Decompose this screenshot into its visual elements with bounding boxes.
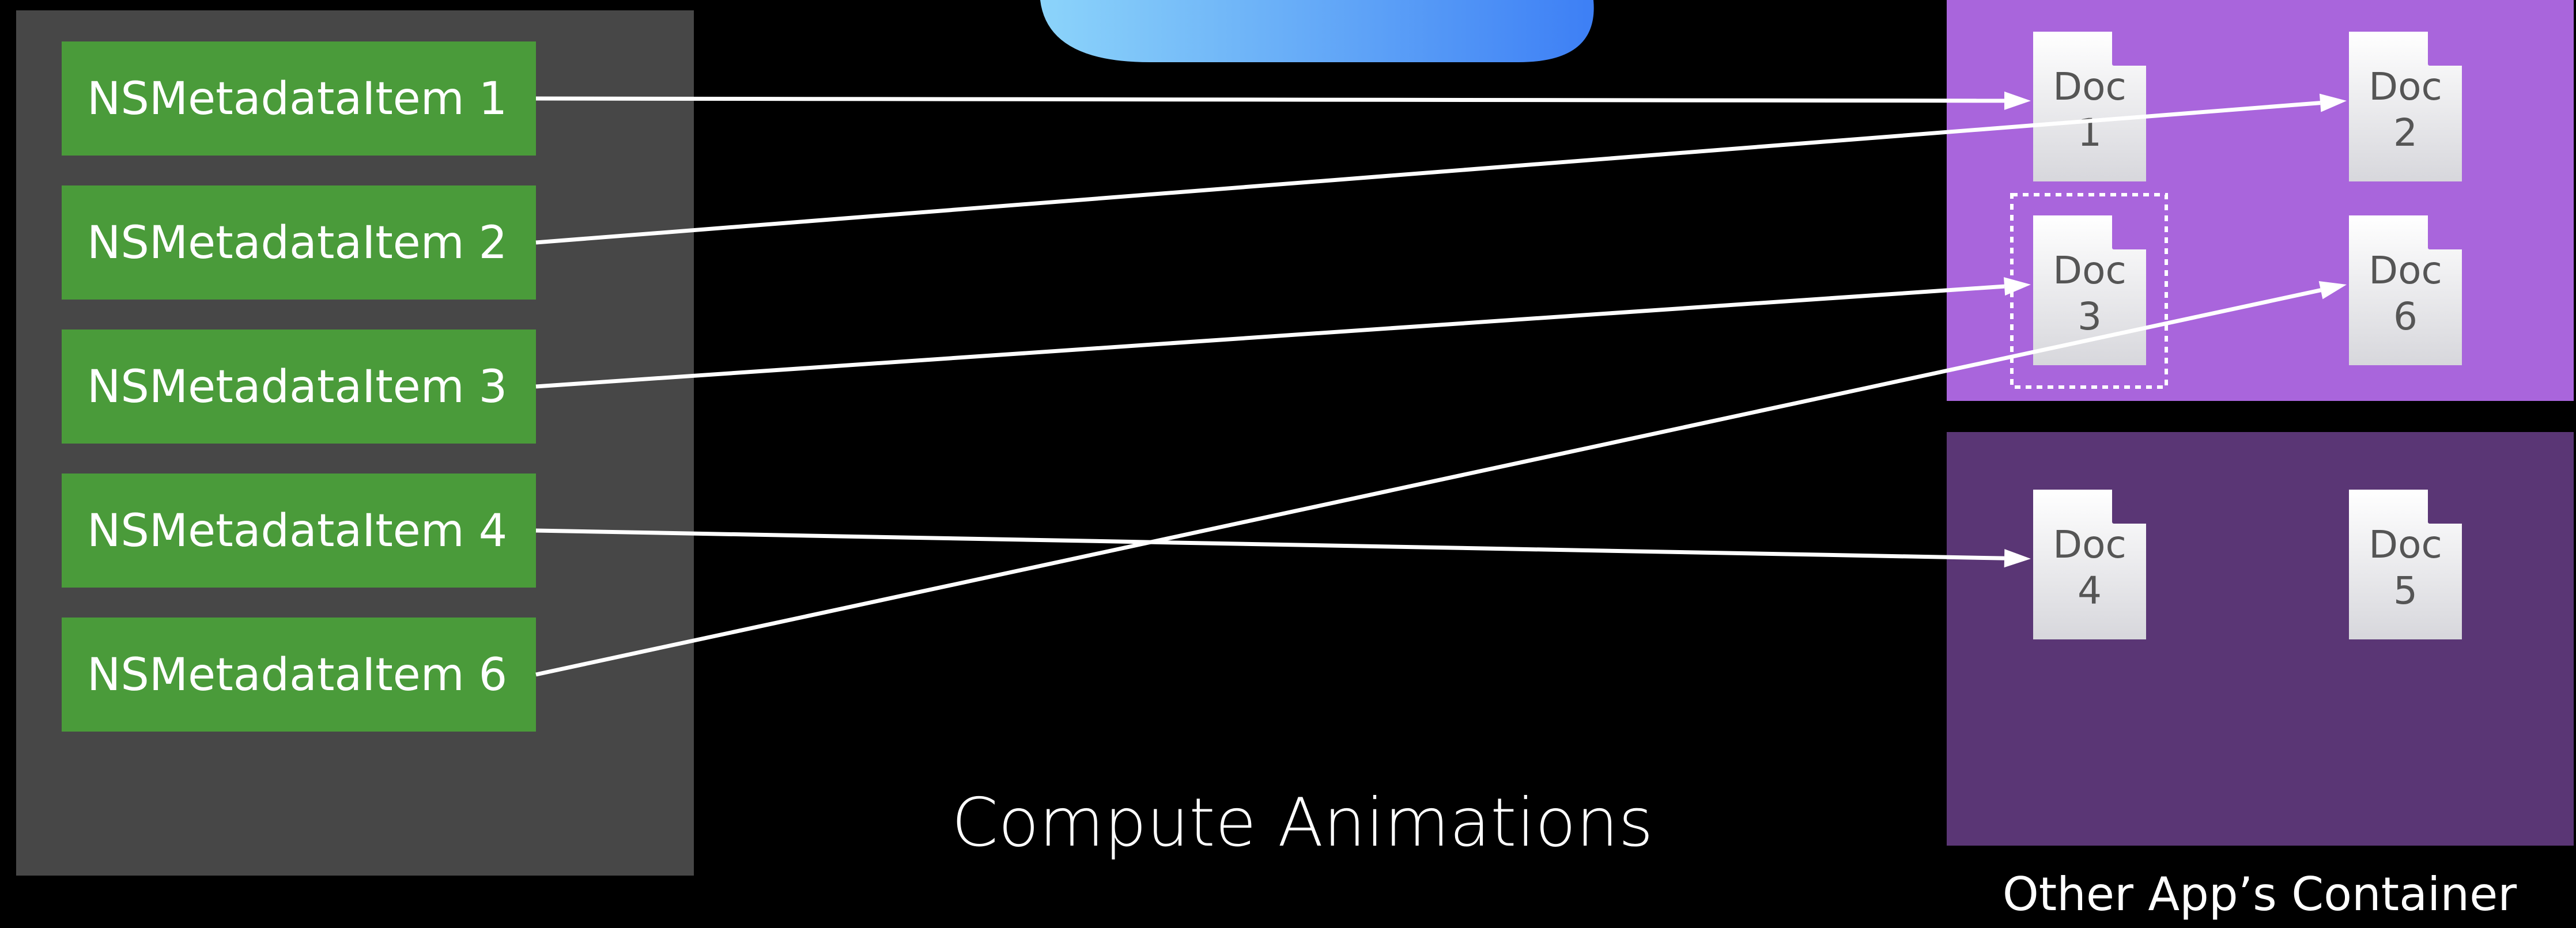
document-number: 6 <box>2393 294 2418 339</box>
document-icon: Doc5 <box>2349 488 2464 639</box>
document-icon: Doc6 <box>2349 214 2464 365</box>
metadata-item-label: NSMetadataItem 6 <box>87 649 507 701</box>
document-icon: Doc4 <box>2033 488 2148 639</box>
metadata-item: NSMetadataItem 3 <box>62 329 536 444</box>
caption: Compute Animations <box>951 784 1653 862</box>
metadata-item: NSMetadataItem 1 <box>62 41 536 156</box>
document-number: 5 <box>2393 569 2418 613</box>
diagram-canvas: NSMetadataItem 1 NSMetadataItem 2 NSMetada… <box>0 0 2576 928</box>
document-number: 2 <box>2393 111 2418 155</box>
document-word: Doc <box>2369 522 2442 567</box>
metadata-item-label: NSMetadataItem 2 <box>87 217 507 269</box>
metadata-item-label: NSMetadataItem 3 <box>87 361 507 413</box>
document-icon: Doc1 <box>2033 30 2148 181</box>
document-word: Doc <box>2053 65 2126 109</box>
arrow-line <box>535 96 2005 103</box>
document-icon: Doc3 <box>2033 214 2148 365</box>
metadata-item: NSMetadataItem 2 <box>62 185 536 300</box>
document-number: 3 <box>2078 294 2102 339</box>
document-word: Doc <box>2369 248 2442 293</box>
document-icon: Doc2 <box>2349 30 2464 181</box>
diagram-stage: NSMetadataItem 1 NSMetadataItem 2 NSMetada… <box>0 0 2576 928</box>
metadata-item-label: NSMetadataItem 1 <box>87 73 507 125</box>
document-word: Doc <box>2053 522 2126 567</box>
metadata-item: NSMetadataItem 4 <box>62 474 536 588</box>
document-word: Doc <box>2053 248 2126 293</box>
icloud-shape <box>1040 0 1594 62</box>
other-container-label: Other App’s Container <box>2003 868 2517 921</box>
metadata-item-label: NSMetadataItem 4 <box>87 505 507 557</box>
document-number: 4 <box>2078 569 2102 613</box>
metadata-item: NSMetadataItem 6 <box>62 618 536 732</box>
metadata-items-list: NSMetadataItem 1 NSMetadataItem 2 NSMetada… <box>62 41 536 732</box>
document-word: Doc <box>2369 65 2442 109</box>
document-number: 1 <box>2078 111 2102 155</box>
